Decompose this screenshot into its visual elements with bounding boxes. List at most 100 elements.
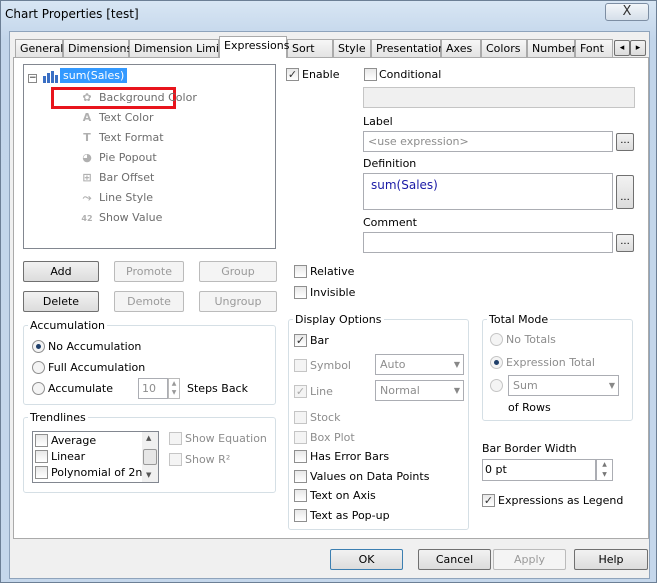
group-button[interactable]: Group — [199, 261, 277, 282]
trendline-label: Linear — [51, 450, 86, 463]
comment-edit-button[interactable]: ... — [616, 234, 634, 252]
text-as-popup-checkbox[interactable] — [294, 509, 307, 522]
invisible-checkbox[interactable] — [294, 286, 307, 299]
no-totals-radio[interactable] — [490, 333, 503, 346]
trendline-checkbox[interactable] — [35, 466, 48, 479]
trendlines-list[interactable]: AverageLinearPolynomial of 2nd dPolynomi… — [32, 431, 159, 483]
trendline-checkbox[interactable] — [35, 482, 48, 483]
definition-edit-button[interactable]: ... — [616, 175, 634, 209]
error-bars-label: Has Error Bars — [310, 450, 390, 463]
tree-item-expression[interactable]: sum(Sales) — [60, 68, 128, 83]
expression-total-radio[interactable] — [490, 356, 503, 369]
enable-checkbox[interactable]: ✓ — [286, 68, 299, 81]
tab-scroll-left[interactable]: ◂ — [614, 40, 630, 56]
apply-button[interactable]: Apply — [493, 549, 566, 570]
tab-font[interactable]: Font — [575, 39, 613, 57]
bar-border-spinner[interactable]: ▲ ▼ — [596, 459, 613, 481]
symbol-select[interactable]: Auto ▼ — [375, 354, 464, 375]
bar-chart-icon — [42, 71, 58, 83]
tree-item[interactable]: A Text Color — [79, 111, 154, 124]
sum-select[interactable]: Sum ▼ — [508, 375, 619, 396]
error-bars-checkbox[interactable] — [294, 450, 307, 463]
ungroup-button[interactable]: Ungroup — [199, 291, 277, 312]
ok-button[interactable]: OK — [330, 549, 403, 570]
total-mode-title: Total Mode — [489, 313, 549, 326]
conditional-checkbox[interactable] — [364, 68, 377, 81]
pie-icon: ◕ — [82, 151, 92, 164]
text-on-axis-checkbox[interactable] — [294, 489, 307, 502]
accumulate-radio[interactable] — [32, 382, 45, 395]
tree-item[interactable]: 42 Show Value — [79, 211, 162, 224]
tab-colors[interactable]: Colors — [481, 39, 527, 57]
tab-scroll-right[interactable]: ▸ — [630, 40, 646, 56]
line-style-select[interactable]: Normal ▼ — [375, 380, 464, 401]
expressions-as-legend-checkbox[interactable]: ✓ — [482, 494, 495, 507]
comment-input[interactable] — [363, 232, 613, 253]
no-accumulation-radio[interactable] — [32, 340, 45, 353]
tab-dimensions[interactable]: Dimensions — [63, 39, 132, 57]
tab-dimension-limits[interactable]: Dimension Limits — [129, 39, 229, 57]
label-input[interactable]: <use expression> — [363, 131, 613, 152]
tree-item-label: Text Format — [99, 131, 164, 144]
full-accumulation-radio[interactable] — [32, 361, 45, 374]
show-r2-label: Show R² — [185, 453, 231, 466]
accumulate-label: Accumulate — [48, 382, 113, 395]
symbol-label: Symbol — [310, 359, 351, 372]
tab-number[interactable]: Number — [527, 39, 576, 57]
delete-button[interactable]: Delete — [23, 291, 99, 312]
close-button[interactable]: X — [605, 3, 649, 21]
steps-spinner[interactable]: ▲ ▼ — [168, 378, 180, 399]
collapse-icon[interactable]: − — [28, 74, 37, 83]
trendlines-scrollbar[interactable]: ▲ ▼ — [142, 432, 158, 482]
trendline-label: Polynomial of 3rd d — [51, 482, 157, 483]
tab-presentation[interactable]: Presentation — [371, 39, 445, 57]
display-options-title: Display Options — [295, 313, 382, 326]
line-checkbox[interactable]: ✓ — [294, 385, 307, 398]
cancel-button[interactable]: Cancel — [418, 549, 491, 570]
enable-label: Enable — [302, 68, 340, 81]
demote-button[interactable]: Demote — [114, 291, 184, 312]
box-plot-checkbox[interactable] — [294, 431, 307, 444]
symbol-checkbox[interactable] — [294, 359, 307, 372]
tree-item[interactable]: ⤳ Line Style — [79, 191, 153, 205]
trendline-checkbox[interactable] — [35, 434, 48, 447]
values-on-data-points-checkbox[interactable] — [294, 470, 307, 483]
trendline-checkbox[interactable] — [35, 450, 48, 463]
invisible-label: Invisible — [310, 286, 356, 299]
comment-title: Comment — [363, 216, 417, 229]
line-style-icon: ⤳ — [82, 191, 92, 204]
show-r2-checkbox[interactable] — [169, 453, 182, 466]
stock-checkbox[interactable] — [294, 411, 307, 424]
definition-input[interactable]: sum(Sales) — [363, 173, 613, 210]
tree-item[interactable]: ⊞ Bar Offset — [79, 171, 154, 184]
relative-label: Relative — [310, 265, 355, 278]
tree-item-label: Pie Popout — [99, 151, 157, 164]
steps-back-input[interactable]: 10 — [138, 378, 168, 399]
tab-axes[interactable]: Axes — [441, 39, 481, 57]
tree-item[interactable]: ✿ Background Color — [79, 91, 196, 104]
expression-tree[interactable]: − sum(Sales) ✿ Background Color A Text Colo… — [23, 64, 276, 249]
chevron-down-icon: ▼ — [453, 386, 460, 395]
tab-general[interactable]: General — [15, 39, 63, 57]
show-equation-checkbox[interactable] — [169, 432, 182, 445]
promote-button[interactable]: Promote — [114, 261, 184, 282]
tab-expressions[interactable]: Expressions — [219, 36, 289, 58]
label-edit-button[interactable]: ... — [616, 133, 634, 151]
tree-item[interactable]: T Text Format — [79, 131, 164, 144]
conditional-input[interactable] — [363, 87, 635, 108]
tab-sort[interactable]: Sort — [287, 39, 333, 57]
expression-total-label: Expression Total — [506, 356, 595, 369]
values-on-data-points-label: Values on Data Points — [310, 470, 430, 483]
add-button[interactable]: Add — [23, 261, 99, 282]
tree-item[interactable]: ◕ Pie Popout — [79, 151, 157, 164]
tree-item-label: Text Color — [99, 111, 154, 124]
text-color-icon: A — [82, 111, 92, 124]
of-rows-label: of Rows — [508, 401, 551, 414]
relative-checkbox[interactable] — [294, 265, 307, 278]
box-plot-label: Box Plot — [310, 431, 355, 444]
sum-radio[interactable] — [490, 379, 503, 392]
help-button[interactable]: Help — [574, 549, 648, 570]
bar-checkbox[interactable]: ✓ — [294, 334, 307, 347]
bar-border-width-input[interactable]: 0 pt — [482, 459, 596, 481]
tab-style[interactable]: Style — [333, 39, 371, 57]
